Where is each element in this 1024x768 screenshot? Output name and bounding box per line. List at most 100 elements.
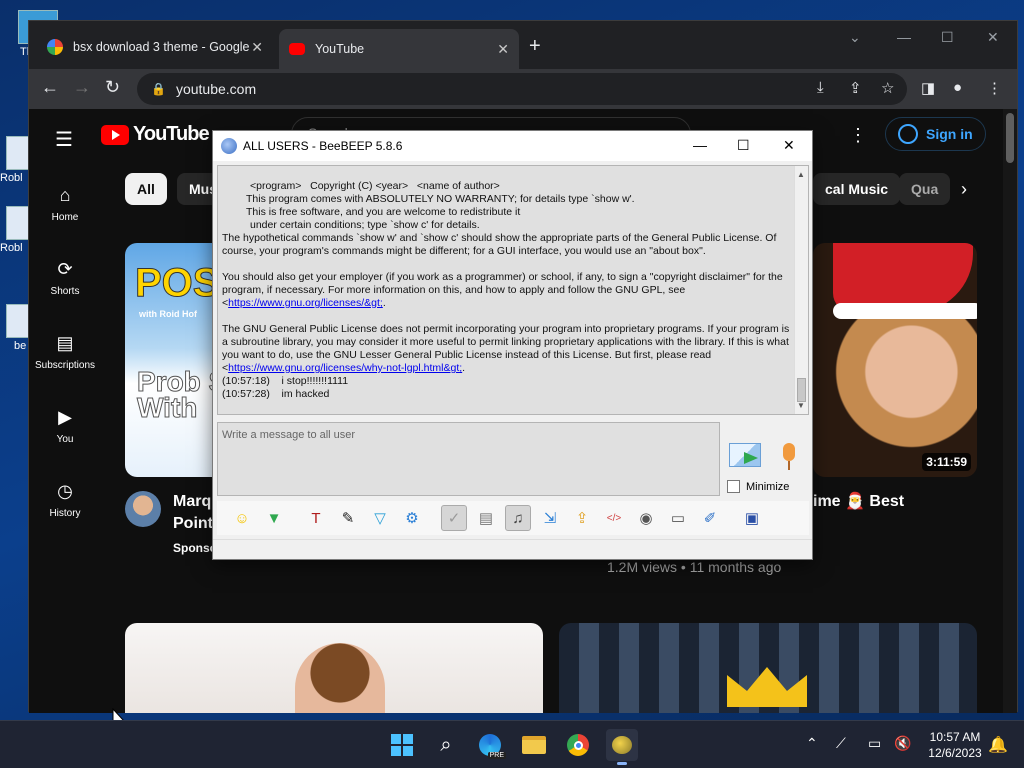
completer-icon[interactable]: ▤ (473, 505, 499, 531)
network-icon[interactable]: ⟋ (836, 735, 846, 752)
send-message-icon[interactable] (729, 443, 761, 467)
screenshot-icon[interactable]: ◉ (633, 505, 659, 531)
beebeep-titlebar[interactable]: ALL USERS - BeeBEEP 5.8.6 — ☐ ✕ (213, 131, 812, 161)
taskbar: ⌕ PRE ⌃ ⟋ ▭ 🔇 10:57 AM 12/6/2023 🔔 (0, 720, 1024, 768)
back-icon[interactable]: ← (41, 77, 59, 98)
music-icon[interactable]: ♫ (505, 505, 531, 531)
sidebar-item-label: Shorts (50, 286, 80, 297)
minimize-checkbox[interactable] (727, 480, 740, 493)
scroll-up-icon[interactable]: ▲ (797, 168, 805, 181)
sponsored-label: Sponso (173, 541, 217, 555)
sidebar-item-subscriptions[interactable]: ▤ Subscriptions (29, 333, 101, 371)
forward-icon[interactable]: → (73, 77, 91, 98)
desktop-icon-label: Robl (0, 242, 23, 254)
minimize-option[interactable]: Minimize (727, 480, 789, 493)
send-file-icon[interactable]: ⇲ (537, 505, 563, 531)
video-title[interactable]: ime 🎅 Best (813, 491, 904, 511)
account-icon (898, 124, 918, 144)
edit-icon[interactable]: ✐ (697, 505, 723, 531)
volume-muted-icon[interactable]: 🔇 (894, 735, 911, 752)
settings-icon[interactable]: ⚙ (399, 505, 425, 531)
profile-icon[interactable]: ● (953, 79, 962, 96)
display-icon[interactable]: ▭ (868, 735, 881, 752)
color-icon[interactable]: ✎ (335, 505, 361, 531)
address-bar[interactable]: 🔒 youtube.com (137, 73, 907, 105)
settings-menu-icon[interactable]: ⋮ (849, 125, 867, 146)
sidebar-item-history[interactable]: ◷ History (29, 481, 101, 519)
maximize-window-button[interactable]: ☐ (941, 29, 954, 46)
video-thumbnail[interactable] (125, 623, 543, 713)
sidebar-item-home[interactable]: ⌂ Home (29, 185, 101, 223)
sign-in-button[interactable]: Sign in (885, 117, 986, 151)
chat-paragraph: You should also get your employer (if yo… (222, 271, 792, 310)
new-tab-button[interactable]: + (529, 35, 541, 58)
close-window-button[interactable]: ✕ (783, 137, 795, 154)
chat-toolbar: ☺ ▼ T ✎ ▽ ⚙ ✓ ▤ ♫ ⇲ ⇪ </> ◉ ▭ ✐ ▣ (217, 501, 809, 535)
close-tab-icon[interactable]: ✕ (251, 39, 263, 56)
microphone-icon[interactable] (779, 443, 799, 471)
desktop-icon[interactable]: be (0, 304, 32, 352)
windows-icon (391, 734, 413, 756)
spellcheck-icon[interactable]: ✓ (441, 505, 467, 531)
show-hidden-icons-chevron-icon[interactable]: ⌃ (806, 735, 818, 752)
beebeep-taskbar-icon[interactable] (606, 729, 638, 765)
sidebar-item-shorts[interactable]: ⟳ Shorts (29, 259, 101, 297)
minimize-window-button[interactable]: — (897, 29, 911, 45)
chrome-menu-icon[interactable]: ⋮ (987, 79, 1002, 97)
window-title: ALL USERS - BeeBEEP 5.8.6 (243, 139, 403, 153)
youtube-logo[interactable]: YouTube (101, 123, 210, 146)
chip-classical-music[interactable]: cal Music (813, 173, 901, 205)
chat-paragraph: The GNU General Public License does not … (222, 323, 792, 375)
close-window-button[interactable]: ✕ (987, 29, 999, 46)
scrollbar-thumb[interactable] (1006, 113, 1014, 163)
chat-log[interactable]: <program> Copyright (C) <year> <name of … (217, 165, 809, 415)
maximize-window-button[interactable]: ☐ (737, 137, 750, 154)
chip-all[interactable]: All (125, 173, 167, 205)
gnu-licenses-link[interactable]: https://www.gnu.org/licenses/&gt; (228, 297, 383, 309)
side-panel-icon[interactable]: ◨ (921, 79, 935, 97)
why-not-lgpl-link[interactable]: https://www.gnu.org/licenses/why-not-lgp… (228, 362, 462, 374)
search-icon[interactable]: ⌕ (430, 729, 462, 761)
video-thumbnail[interactable] (559, 623, 977, 713)
page-scrollbar[interactable] (1003, 109, 1017, 713)
bookmark-star-icon[interactable]: ☆ (881, 79, 894, 97)
notification-bell-icon[interactable]: 🔔 (988, 735, 1008, 755)
youtube-logo-text: YouTube (133, 123, 210, 145)
clock-date: 12/6/2023 (928, 746, 982, 760)
chevron-right-icon[interactable]: › (961, 179, 967, 200)
close-tab-icon[interactable]: ✕ (497, 41, 509, 58)
emoticon-icon[interactable]: ☺ (229, 505, 255, 531)
youtube-play-icon (101, 124, 129, 145)
message-input[interactable]: Write a message to all user (217, 422, 720, 496)
desktop-icon[interactable]: Robl (0, 136, 32, 184)
scroll-down-icon[interactable]: ▼ (797, 399, 805, 412)
hamburger-menu-icon[interactable]: ☰ (55, 127, 73, 152)
desktop-icon[interactable]: Th (0, 10, 58, 58)
clear-icon[interactable]: ▭ (665, 505, 691, 531)
install-icon[interactable]: ⤓ (817, 79, 824, 96)
video-thumbnail[interactable]: 3:11:59 (813, 243, 977, 477)
save-icon[interactable]: ▣ (739, 505, 765, 531)
chip-partial[interactable]: Qua (899, 173, 951, 205)
filter-icon[interactable]: ▽ (367, 505, 393, 531)
status-bar (213, 539, 812, 559)
tab-google-search[interactable]: bsx download 3 theme - Google ✕ (37, 31, 273, 63)
chat-scrollbar[interactable]: ▲ ▼ (794, 166, 808, 414)
tab-youtube[interactable]: YouTube ✕ (279, 29, 519, 69)
tab-search-icon[interactable]: ⌄ (849, 29, 861, 46)
share-icon[interactable]: ⇪ (849, 79, 862, 97)
edge-dev-icon[interactable]: PRE (474, 729, 506, 761)
channel-avatar[interactable] (125, 491, 161, 527)
download-icon[interactable]: ▼ (261, 505, 287, 531)
start-button[interactable] (386, 729, 418, 761)
minimize-window-button[interactable]: — (693, 137, 707, 153)
reload-icon[interactable]: ↻ (105, 77, 120, 98)
sidebar-item-you[interactable]: ▶ You (29, 407, 101, 445)
system-clock[interactable]: 10:57 AM 12/6/2023 (920, 729, 990, 761)
desktop-icon[interactable]: Robl (0, 206, 32, 254)
chrome-icon[interactable] (562, 729, 594, 761)
font-icon[interactable]: T (303, 505, 329, 531)
folder-share-icon[interactable]: ⇪ (569, 505, 595, 531)
code-icon[interactable]: </> (601, 505, 627, 531)
file-explorer-icon[interactable] (518, 729, 550, 761)
